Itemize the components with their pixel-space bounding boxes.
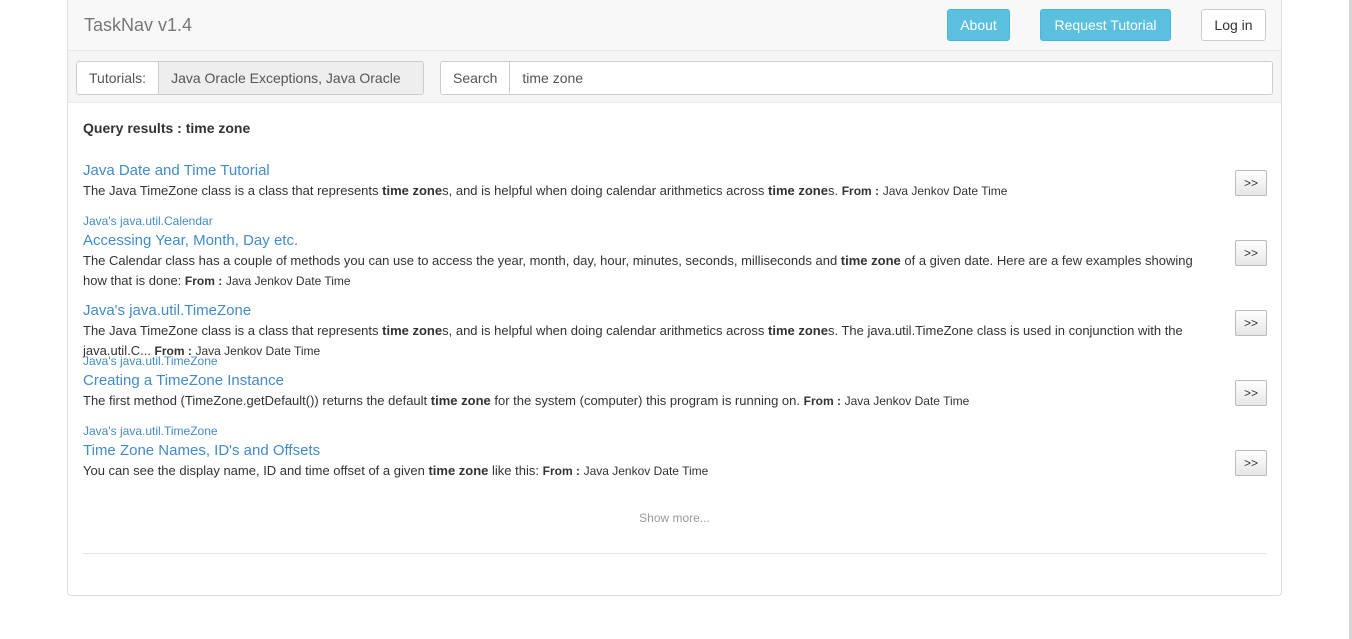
description-text: The Java TimeZone class is a class that … [83,323,383,338]
from-label: From : [542,464,580,478]
result-item: Java's java.util.Calendar Accessing Year,… [83,210,1267,291]
highlight-term: time zone [768,183,828,198]
tutorials-select[interactable]: Java Oracle Exceptions, Java Oracle [159,62,423,94]
search-label: Search [441,62,511,94]
result-item: Java's java.util.TimeZone Creating a Time… [83,350,1267,411]
brand-title[interactable]: TaskNav v1.4 [84,14,192,36]
result-item: Java Date and Time Tutorial The Java Time… [83,140,1267,201]
result-title-link[interactable]: Creating a TimeZone Instance [83,372,1267,389]
query-results-heading: Query results : time zone [83,120,251,136]
open-result-button[interactable]: >> [1235,170,1267,196]
result-title-link[interactable]: Accessing Year, Month, Day etc. [83,232,1267,249]
highlight-term: time zone [382,183,443,198]
result-title-link[interactable]: Java Date and Time Tutorial [83,162,1267,179]
description-text: The Java TimeZone class is a class that … [83,183,383,198]
highlight-term: time zone [768,323,828,338]
result-title-link[interactable]: Time Zone Names, ID's and Offsets [83,442,1267,459]
description-text: s. [827,183,842,198]
open-result-button[interactable]: >> [1235,450,1267,476]
result-source: Java Jenkov Date Time [583,464,709,478]
description-text: for the system (computer) this program i… [490,393,804,408]
from-label: From : [841,184,880,198]
result-title-link[interactable]: Java's java.util.TimeZone [83,302,1267,319]
highlight-term: time zone [382,323,443,338]
description-text: The first method (TimeZone.getDefault())… [83,393,431,408]
result-description: The first method (TimeZone.getDefault())… [83,391,1215,411]
open-result-button[interactable]: >> [1235,380,1267,406]
result-source: Java Jenkov Date Time [882,184,1008,198]
open-result-button[interactable]: >> [1235,240,1267,266]
show-more-link[interactable]: Show more... [68,511,1281,525]
result-category: Java's java.util.TimeZone [83,424,218,438]
request-tutorial-button[interactable]: Request Tutorial [1040,9,1171,41]
from-label: From : [803,394,841,408]
highlight-term: time zone [428,463,489,478]
tutorials-label: Tutorials: [77,62,160,94]
open-result-button[interactable]: >> [1235,310,1267,336]
description-text: s, and is helpful when doing calendar ar… [442,183,769,198]
search-group: Search [440,61,1273,95]
divider [83,553,1267,554]
navbar: TaskNav v1.4 About Request Tutorial Log … [68,0,1281,51]
description-text: You can see the display name, ID and tim… [83,463,429,478]
result-description: The Java TimeZone class is a class that … [83,181,1215,201]
search-input[interactable] [510,62,1272,94]
highlight-term: time zone [430,393,491,408]
about-button[interactable]: About [947,9,1010,41]
description-text: s, and is helpful when doing calendar ar… [442,323,769,338]
result-category: Java's java.util.TimeZone [83,354,218,368]
main-panel: TaskNav v1.4 About Request Tutorial Log … [67,0,1282,596]
results-list: Query results : time zone Java Date and … [83,120,1267,478]
description-text: The Calendar class has a couple of metho… [83,253,841,268]
tutorials-filter: Tutorials: Java Oracle Exceptions, Java … [76,61,424,95]
result-source: Java Jenkov Date Time [844,394,970,408]
description-text: like this: [488,463,543,478]
login-button[interactable]: Log in [1201,9,1266,41]
highlight-term: time zone [840,253,901,268]
result-description: You can see the display name, ID and tim… [83,461,1215,481]
filter-toolbar: Tutorials: Java Oracle Exceptions, Java … [68,51,1281,103]
result-item: Java's java.util.TimeZone Time Zone Names… [83,420,1267,481]
result-category: Java's java.util.Calendar [83,214,213,228]
result-item: Java's java.util.TimeZone The Java TimeZo… [83,280,1267,361]
